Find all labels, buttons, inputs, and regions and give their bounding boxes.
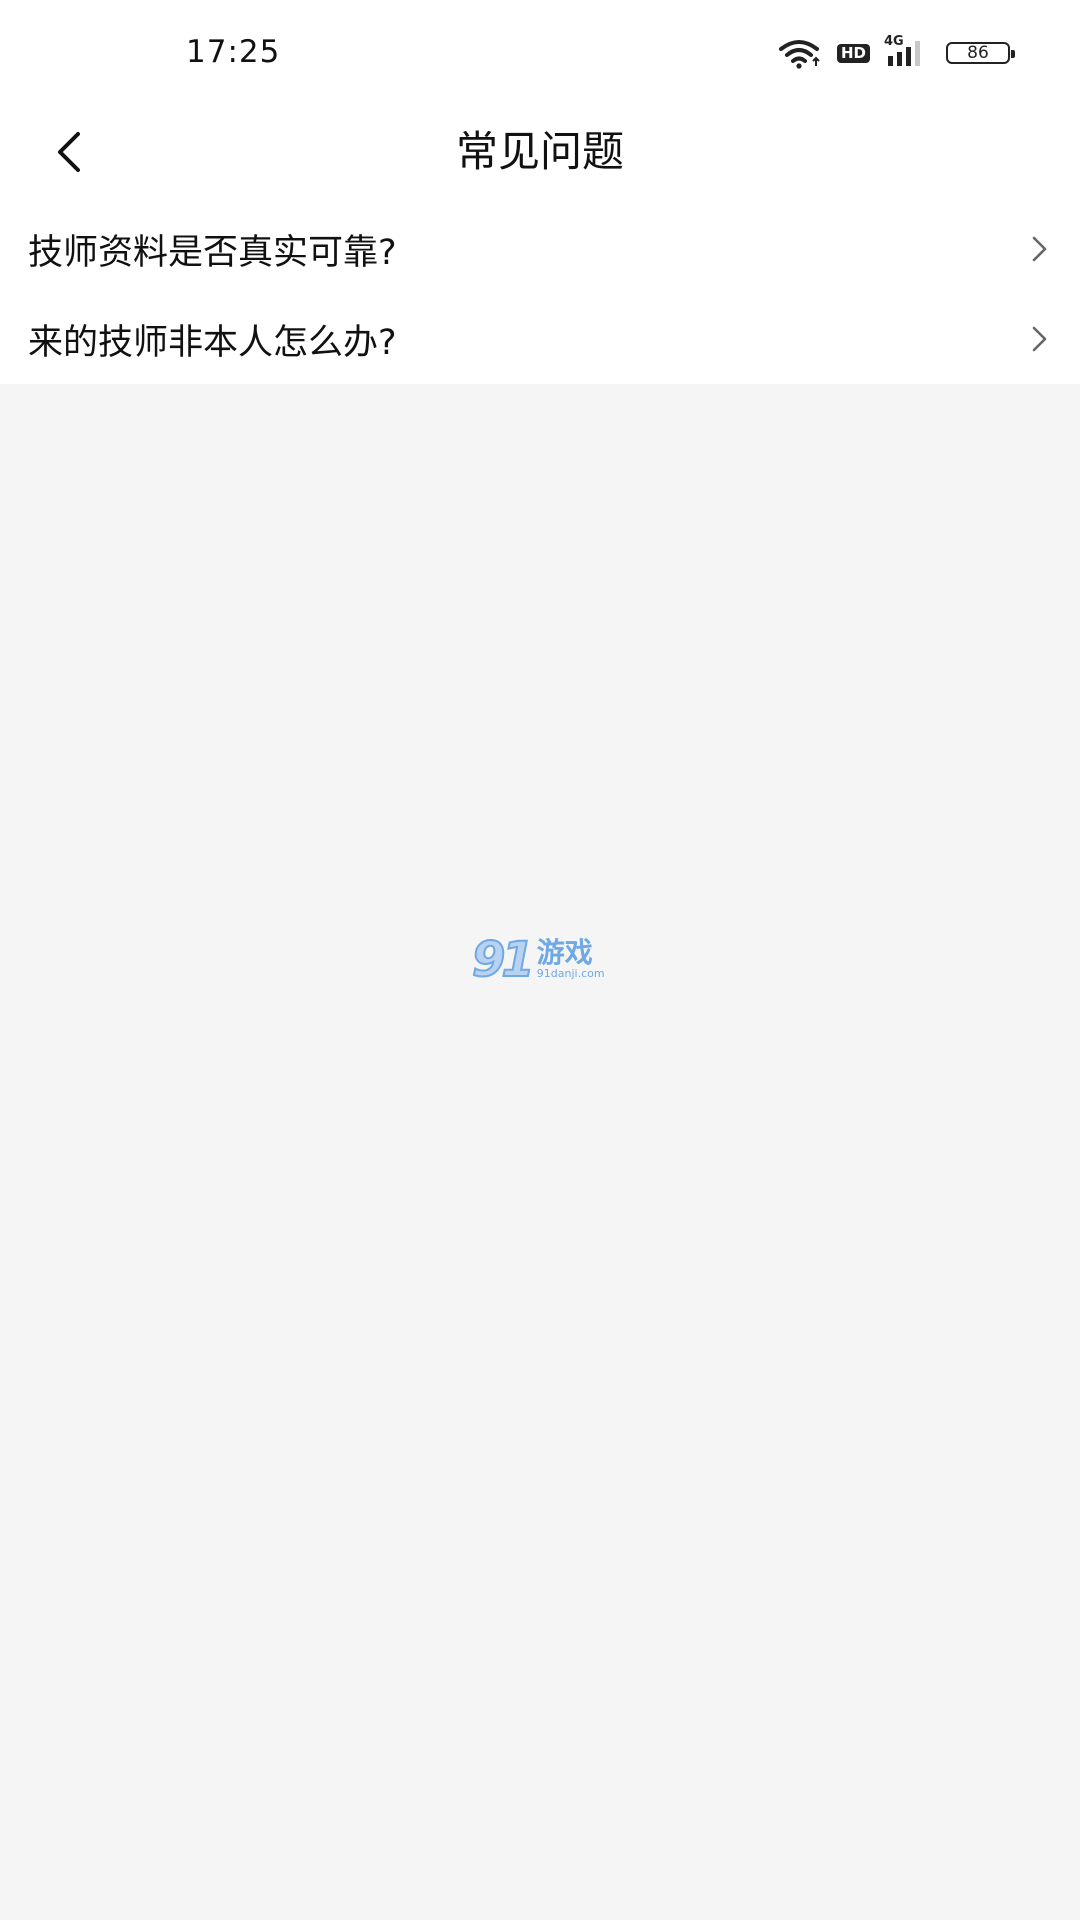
faq-item-label: 技师资料是否真实可靠? <box>28 232 397 273</box>
status-time: 17:25 <box>186 34 281 70</box>
watermark-url: 91danji.com <box>536 967 605 980</box>
nav-bar: 常见问题 <box>0 100 1080 204</box>
watermark-text: 游戏 <box>536 936 593 969</box>
watermark-number: 91 <box>471 932 536 988</box>
signal-icon: 4G <box>884 34 930 68</box>
faq-item-label: 来的技师非本人怎么办? <box>28 322 397 363</box>
page-title: 常见问题 <box>455 127 624 176</box>
chevron-right-icon <box>1032 236 1047 262</box>
chevron-left-icon <box>58 132 80 172</box>
status-icons: HD 4G 86 <box>777 34 1015 70</box>
battery-icon: 86 <box>946 42 1015 64</box>
back-button[interactable] <box>38 120 102 184</box>
faq-item-wrong-person[interactable]: 来的技师非本人怎么办? <box>0 294 1080 384</box>
network-type-label: 4G <box>884 34 904 49</box>
watermark-logo: 91 游戏 91danji.com <box>471 932 612 988</box>
chevron-right-icon <box>1032 326 1047 352</box>
faq-item-authenticity[interactable]: 技师资料是否真实可靠? <box>0 204 1080 294</box>
wifi-icon <box>778 40 820 69</box>
faq-list: 技师资料是否真实可靠? 来的技师非本人怎么办? <box>0 204 1080 384</box>
status-bar: 17:25 HD 4G 86 <box>0 0 1080 100</box>
hd-badge: HD <box>836 43 870 63</box>
watermark-text-group: 游戏 91danji.com <box>537 938 605 980</box>
battery-level: 86 <box>967 42 989 63</box>
